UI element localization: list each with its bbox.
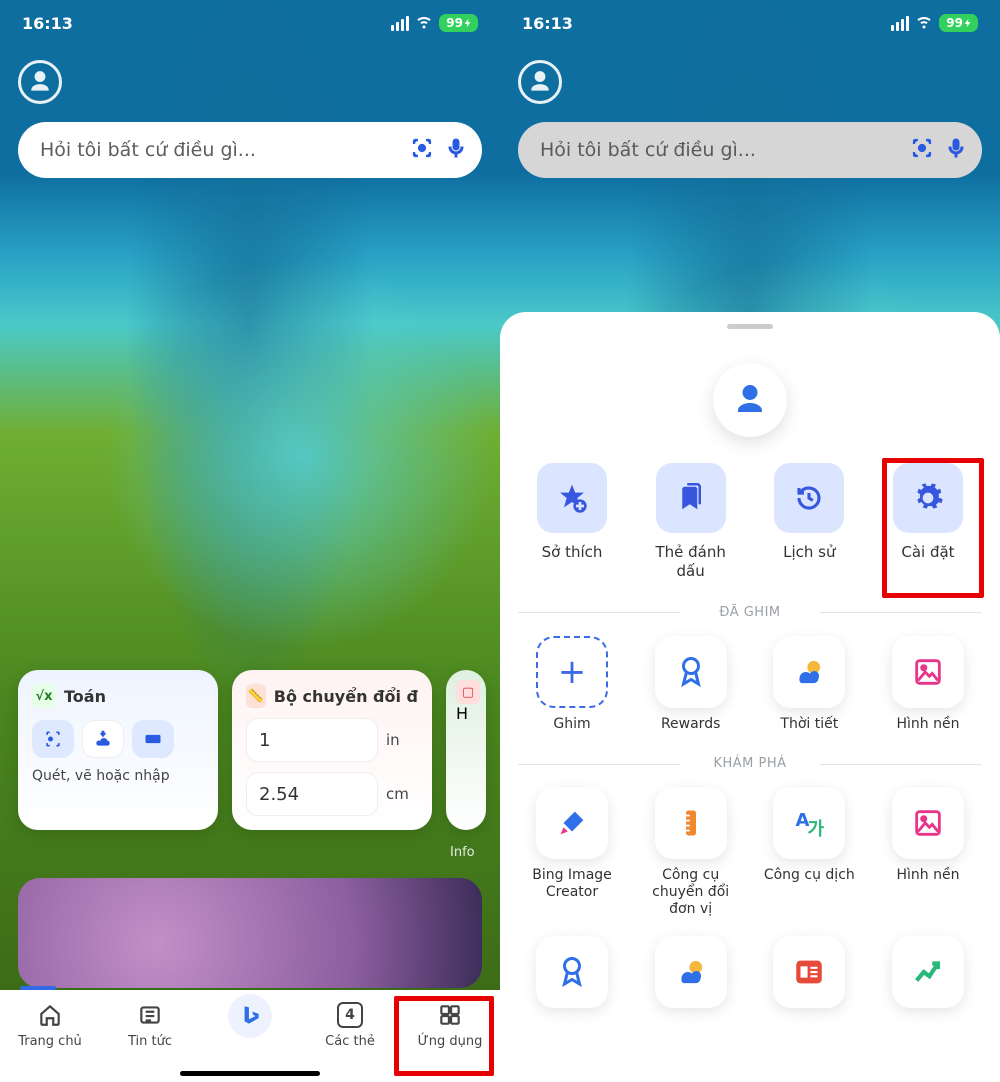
apps-sheet: Sở thích Thẻ đánh dấu Lịch sử Cài đặt ĐÃ… <box>500 312 1000 1082</box>
quick-history[interactable]: Lịch sử <box>759 463 859 581</box>
converter-input-1[interactable]: 1 <box>246 718 378 762</box>
converter-input-2[interactable]: 2.54 <box>246 772 378 816</box>
explore-more-1[interactable] <box>522 936 622 1008</box>
explore-grid-1: Bing Image Creator Công cụ chuyển đổi đơ… <box>522 787 978 917</box>
quick-bookmarks[interactable]: Thẻ đánh dấu <box>641 463 741 581</box>
pinned-rewards[interactable]: Rewards <box>641 636 741 733</box>
explore-more-4[interactable] <box>878 936 978 1008</box>
pinned-grid: +Ghim Rewards Thời tiết Hình nền <box>522 636 978 733</box>
explore-grid-2 <box>522 936 978 1008</box>
explore-unit-converter[interactable]: Công cụ chuyển đổi đơn vị <box>641 787 741 917</box>
wifi-icon <box>415 12 433 34</box>
history-icon <box>774 463 844 533</box>
bookmark-icon <box>656 463 726 533</box>
peek-icon: ▢ <box>456 680 480 704</box>
ruler-icon <box>655 787 727 859</box>
explore-more-2[interactable] <box>641 936 741 1008</box>
svg-text:가: 가 <box>808 819 825 840</box>
wifi-icon <box>915 12 933 34</box>
profile-button[interactable] <box>518 60 562 104</box>
explore-more-3[interactable] <box>759 936 859 1008</box>
section-explore: KHÁM PHÁ <box>518 756 982 771</box>
math-icon: √x <box>32 684 56 708</box>
section-pinned: ĐÃ GHIM <box>518 605 982 620</box>
tab-bing[interactable] <box>205 1000 295 1038</box>
math-card[interactable]: √x Toán Quét, vẽ hoặc nhập <box>18 670 218 830</box>
status-bar: 16:13 99 <box>500 0 1000 46</box>
unit-1: in <box>386 731 418 749</box>
search-placeholder: Hỏi tôi bất cứ điều gì... <box>540 139 900 161</box>
news-tile-icon <box>773 936 845 1008</box>
mic-icon <box>944 136 968 164</box>
pinned-wallpaper[interactable]: Hình nền <box>878 636 978 733</box>
highlight-settings <box>882 458 984 598</box>
sheet-drag-handle[interactable] <box>727 324 773 329</box>
tab-tabs[interactable]: 4 Các thẻ <box>305 1000 395 1049</box>
keyboard-icon[interactable] <box>132 720 174 758</box>
home-indicator <box>180 1071 320 1076</box>
draw-icon[interactable] <box>82 720 124 758</box>
screen-home: 16:13 99 Hỏi tôi bất cứ điều gì... √x Toá… <box>0 0 500 1082</box>
star-add-icon <box>537 463 607 533</box>
medal-icon <box>536 936 608 1008</box>
weather-icon <box>773 636 845 708</box>
info-label[interactable]: Info <box>450 845 500 860</box>
feed-banner[interactable] <box>18 878 482 988</box>
explore-translator[interactable]: A가Công cụ dịch <box>759 787 859 917</box>
screen-apps-sheet: 16:13 99 Hỏi tôi bất cứ điều gì... Sở th… <box>500 0 1000 1082</box>
wallpaper-icon <box>892 787 964 859</box>
search-bar[interactable]: Hỏi tôi bất cứ điều gì... <box>18 122 482 178</box>
math-hint: Quét, vẽ hoặc nhập <box>32 768 204 784</box>
converter-icon: 📏 <box>246 684 266 708</box>
visual-search-icon[interactable] <box>410 136 434 164</box>
brush-icon <box>536 787 608 859</box>
tabs-count-badge: 4 <box>337 1002 363 1028</box>
cloud-sun-icon <box>655 936 727 1008</box>
signal-icon <box>391 16 409 31</box>
news-icon <box>135 1000 165 1030</box>
highlight-apps-tab <box>394 996 494 1076</box>
status-time: 16:13 <box>22 14 73 33</box>
bing-icon <box>228 994 272 1038</box>
status-bar: 16:13 99 <box>0 0 500 46</box>
quick-interests[interactable]: Sở thích <box>522 463 622 581</box>
scan-icon[interactable] <box>32 720 74 758</box>
mic-icon[interactable] <box>444 136 468 164</box>
tab-home[interactable]: Trang chủ <box>5 1000 95 1049</box>
sheet-avatar[interactable] <box>713 363 787 437</box>
pinned-weather[interactable]: Thời tiết <box>759 636 859 733</box>
math-title: Toán <box>64 687 106 706</box>
translate-icon: A가 <box>773 787 845 859</box>
explore-image-creator[interactable]: Bing Image Creator <box>522 787 622 917</box>
peek-card[interactable]: ▢H <box>446 670 486 830</box>
status-time: 16:13 <box>522 14 573 33</box>
widgets-row: √x Toán Quét, vẽ hoặc nhập 📏 Bộ chuyển đổi… <box>18 670 500 830</box>
search-bar-disabled: Hỏi tôi bất cứ điều gì... <box>518 122 982 178</box>
medal-icon <box>655 636 727 708</box>
visual-search-icon <box>910 136 934 164</box>
unit-2: cm <box>386 785 418 803</box>
explore-wallpaper[interactable]: Hình nền <box>878 787 978 917</box>
wallpaper-icon <box>892 636 964 708</box>
pinned-add[interactable]: +Ghim <box>522 636 622 733</box>
signal-icon <box>891 16 909 31</box>
converter-title: Bộ chuyển đổi đ <box>274 687 418 706</box>
tab-news[interactable]: Tin tức <box>105 1000 195 1049</box>
battery-badge: 99 <box>439 14 478 32</box>
profile-button[interactable] <box>18 60 62 104</box>
battery-badge: 99 <box>939 14 978 32</box>
converter-card[interactable]: 📏 Bộ chuyển đổi đ 1 in 2.54 cm <box>232 670 432 830</box>
search-placeholder: Hỏi tôi bất cứ điều gì... <box>40 139 400 161</box>
chart-up-icon <box>892 936 964 1008</box>
plus-icon: + <box>536 636 608 708</box>
home-icon <box>35 1000 65 1030</box>
